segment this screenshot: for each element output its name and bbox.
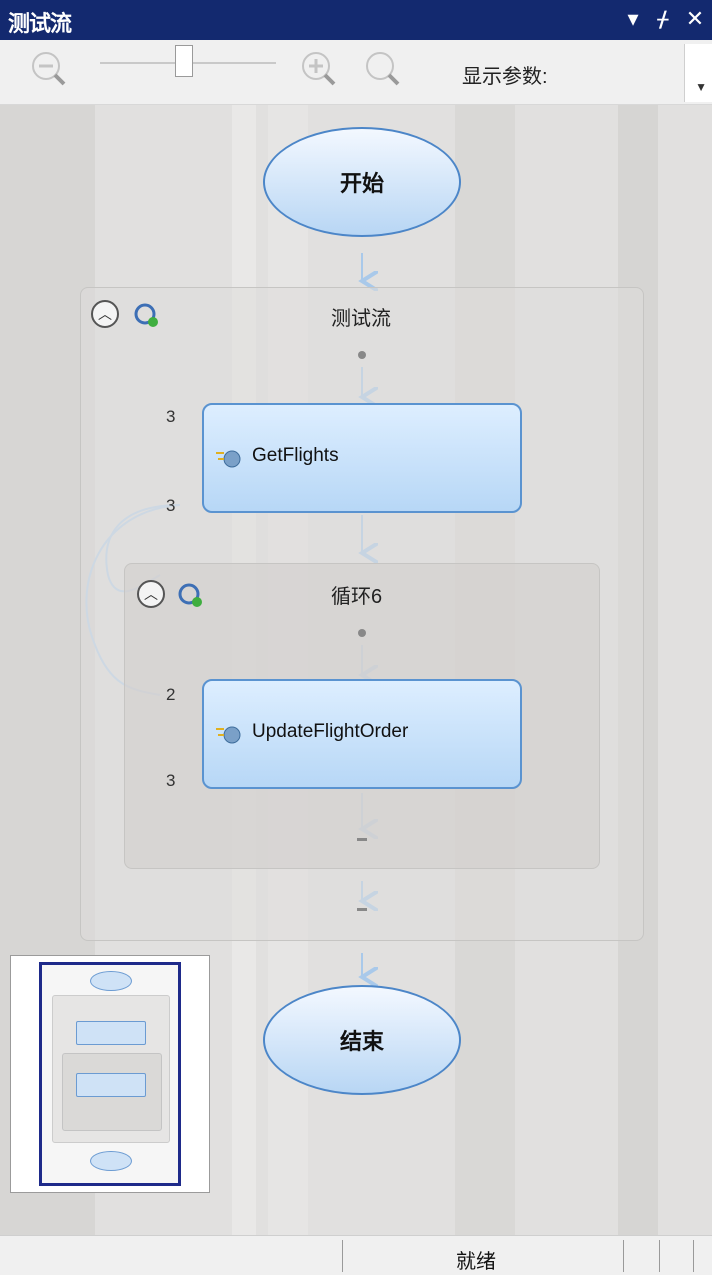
close-button[interactable]: ✕ [682, 4, 708, 34]
minimap-updateflightorder-node [76, 1073, 146, 1097]
collapse-button[interactable]: ︿ [91, 300, 119, 328]
loop-group-title: 循环6 [331, 586, 383, 608]
start-node-label: 开始 [339, 171, 384, 196]
web-service-icon [216, 450, 241, 468]
getflights-in-count: 3 [166, 407, 176, 426]
status-divider [659, 1240, 660, 1272]
end-node[interactable]: 结束 [263, 985, 461, 1095]
minimap-viewport[interactable] [39, 962, 181, 1186]
loop-exit-marker [357, 838, 367, 841]
updateflightorder-label: UpdateFlightOrder [252, 721, 409, 742]
iteration-icon [178, 583, 202, 607]
status-divider [693, 1240, 694, 1272]
getflights-out-count: 3 [166, 496, 176, 515]
panel-titlebar: 测试流 ▾ ᚋ ✕ [0, 0, 712, 40]
display-params-label: 显示参数: [462, 66, 548, 88]
updateflightorder-in-count: 2 [166, 685, 176, 704]
minimap-start-node [90, 971, 132, 991]
start-node[interactable]: 开始 [263, 127, 461, 237]
zoom-out-icon[interactable] [28, 48, 70, 90]
status-text: 就绪 [456, 1251, 496, 1273]
overview-minimap[interactable] [10, 955, 210, 1193]
minimap-getflights-node [76, 1021, 146, 1045]
web-service-icon [216, 726, 241, 744]
pin-button[interactable]: ᚋ [650, 4, 676, 34]
panel-title: 测试流 [8, 11, 72, 36]
flow-entry-dot [358, 351, 366, 359]
display-params-select[interactable]: ▼ [684, 44, 712, 102]
panel-menu-dropdown-button[interactable]: ▾ [620, 4, 646, 34]
status-bar: 就绪 [0, 1235, 712, 1275]
zoom-fit-icon[interactable] [362, 48, 404, 90]
loop-entry-dot [358, 629, 366, 637]
zoom-in-icon[interactable] [298, 48, 340, 90]
chevron-down-icon: ▼ [695, 80, 707, 94]
status-divider [623, 1240, 624, 1272]
updateflightorder-action-node[interactable]: UpdateFlightOrder [202, 679, 522, 789]
getflights-action-node[interactable]: GetFlights [202, 403, 522, 513]
collapse-button[interactable]: ︿ [137, 580, 165, 608]
getflights-label: GetFlights [252, 445, 339, 466]
updateflightorder-out-count: 3 [166, 771, 176, 790]
status-divider [342, 1240, 343, 1272]
zoom-slider-thumb[interactable] [175, 45, 193, 77]
minimap-end-node [90, 1151, 132, 1171]
test-flow-group-title: 测试流 [331, 308, 391, 330]
end-node-label: 结束 [339, 1029, 384, 1054]
toolbar [0, 40, 712, 105]
flow-exit-marker [357, 908, 367, 911]
iteration-icon [134, 303, 158, 327]
